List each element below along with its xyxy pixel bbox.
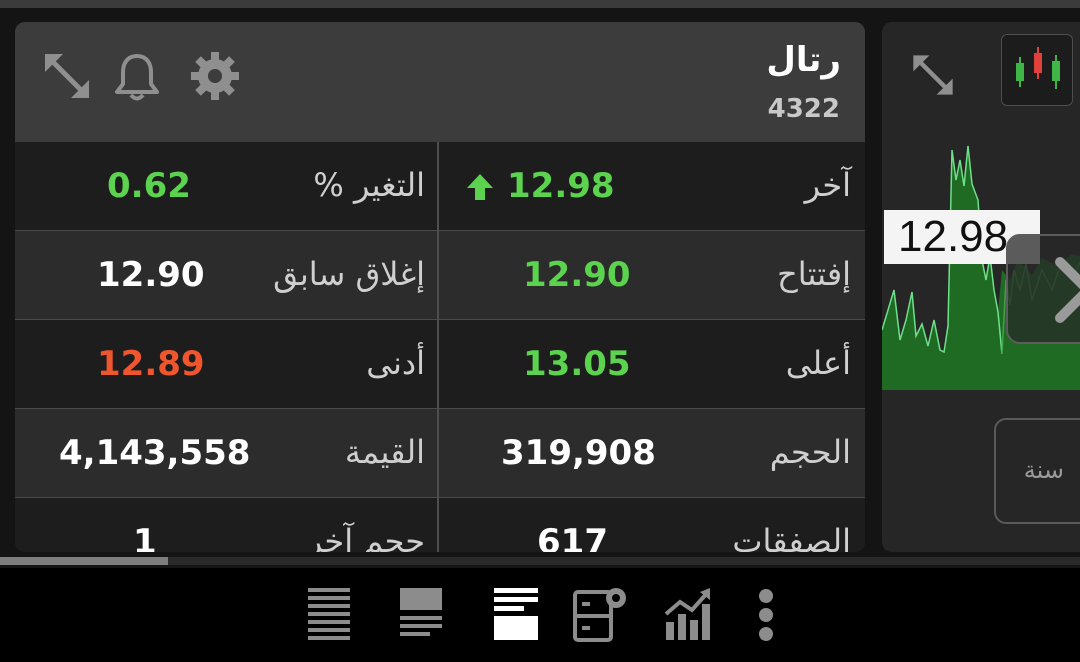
stat-label-change: التغير % (313, 166, 425, 204)
mini-chart-card: 12.98 سنة (882, 22, 1080, 552)
stock-name: رتال (766, 40, 841, 80)
bottom-nav (0, 568, 1080, 662)
more-vertical-icon[interactable] (754, 584, 778, 650)
screener-settings-icon[interactable] (572, 584, 632, 650)
quote-header: رتال 4322 (15, 22, 865, 142)
list-dense-icon[interactable] (306, 584, 352, 650)
stat-label-turnover: القيمة (344, 433, 425, 471)
stat-value-last-volume: 1 (133, 522, 157, 552)
stat-value-low: 12.89 (97, 344, 205, 384)
bell-icon[interactable] (109, 48, 165, 104)
stat-label-volume: الحجم (769, 433, 851, 471)
stat-value-high: 13.05 (523, 344, 631, 384)
stat-value-last: 12.98 (507, 166, 615, 206)
stat-label-open: إفتتاح (777, 255, 851, 293)
stat-label-low: أدنى (366, 344, 425, 382)
top-divider (0, 0, 1080, 8)
stock-code: 4322 (767, 94, 840, 124)
period-button[interactable]: سنة (994, 418, 1080, 524)
expand-icon[interactable] (39, 48, 95, 104)
stat-value-volume: 319,908 (501, 433, 656, 473)
expand-icon[interactable] (908, 50, 958, 104)
column-divider (437, 142, 439, 552)
stat-label-trades: الصفقات (732, 522, 851, 552)
stat-value-change: 0.62 (107, 166, 191, 206)
page-scrollbar-thumb[interactable] (0, 557, 168, 565)
stat-value-trades: 617 (537, 522, 608, 552)
quote-card: رتال 4322 آخر 12.98 التغير % 0.62 إفتتاح… (15, 22, 865, 552)
stat-value-open: 12.90 (523, 255, 631, 295)
list-summary-icon[interactable] (398, 584, 444, 650)
chevron-right-icon (1055, 257, 1080, 323)
stat-value-turnover: 4,143,558 (59, 433, 251, 473)
list-detail-icon[interactable] (492, 584, 540, 650)
candlestick-icon (1016, 47, 1060, 89)
stat-label-high: أعلى (785, 344, 851, 382)
next-chart-button[interactable] (1006, 234, 1080, 344)
stat-label-last-volume: حجم آخر (306, 522, 425, 552)
candlestick-button[interactable] (1001, 34, 1073, 106)
arrow-up-icon (465, 172, 495, 206)
gear-icon[interactable] (187, 48, 243, 104)
stat-value-prev-close: 12.90 (97, 255, 205, 295)
stat-label-prev-close: إغلاق سابق (273, 255, 425, 293)
stat-label-last: آخر (804, 166, 851, 204)
stats-grid: آخر 12.98 التغير % 0.62 إفتتاح 12.90 إغل… (15, 142, 865, 552)
chart-growth-icon[interactable] (662, 584, 714, 650)
